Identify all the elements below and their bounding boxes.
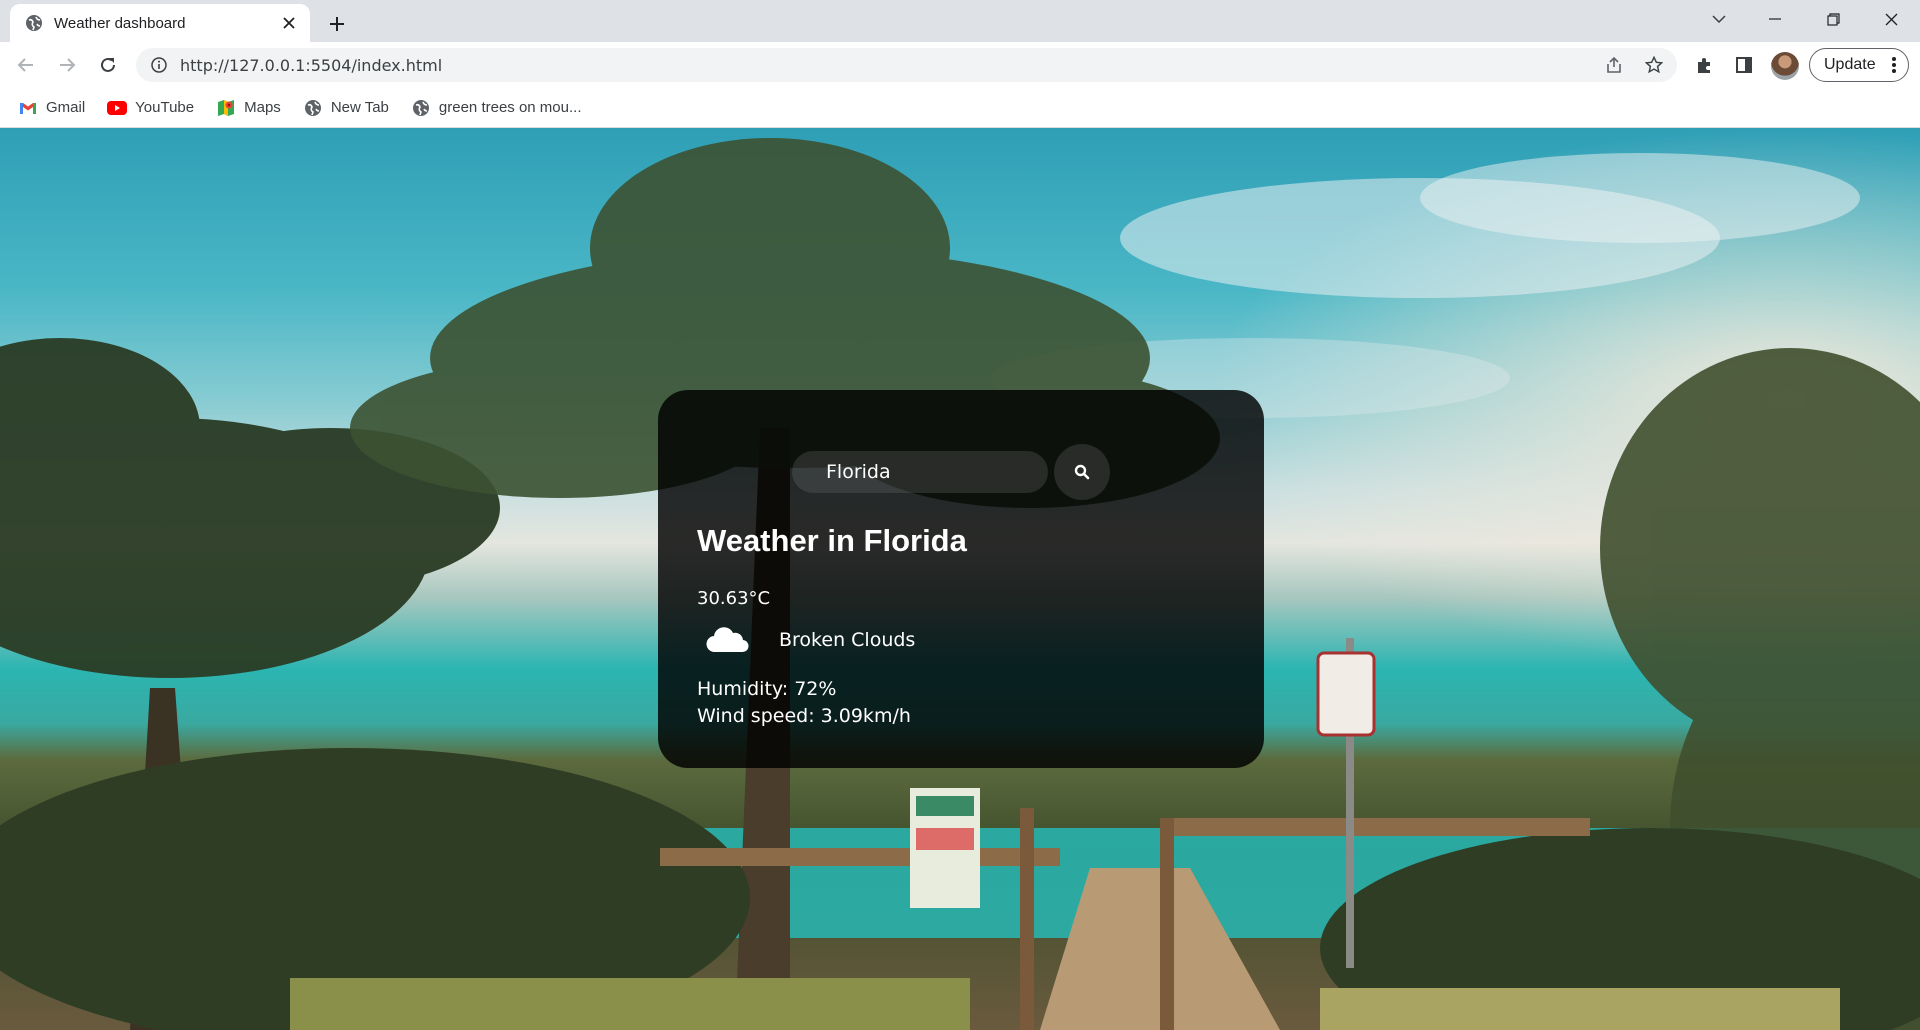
- browser-toolbar: http://127.0.0.1:5504/index.html Update: [0, 42, 1920, 88]
- bookmark-gmail[interactable]: Gmail: [16, 94, 93, 122]
- tab-search-chevron-icon[interactable]: [1696, 0, 1742, 38]
- bookmark-label: Maps: [244, 99, 281, 116]
- humidity: Humidity: 72%: [697, 678, 837, 700]
- bookmark-label: green trees on mou...: [438, 99, 582, 116]
- browser-tab[interactable]: Weather dashboard: [10, 4, 310, 42]
- back-button[interactable]: [10, 49, 42, 81]
- maps-icon: [216, 98, 236, 118]
- globe-icon: [303, 98, 323, 118]
- close-window-icon[interactable]: [1868, 0, 1914, 38]
- weather-card: Weather in Florida 30.63°C Broken Clouds…: [658, 390, 1264, 768]
- page-viewport: Weather in Florida 30.63°C Broken Clouds…: [0, 128, 1920, 1030]
- weather-condition: Broken Clouds: [705, 625, 915, 655]
- bookmark-label: YouTube: [135, 99, 195, 116]
- forward-button[interactable]: [51, 49, 83, 81]
- cloud-icon: [706, 627, 749, 653]
- youtube-icon: [107, 98, 128, 118]
- restore-icon[interactable]: [1810, 0, 1856, 38]
- bookmark-youtube[interactable]: YouTube: [105, 94, 202, 122]
- weather-description: Broken Clouds: [779, 629, 916, 651]
- extensions-puzzle-icon[interactable]: [1688, 49, 1720, 81]
- city-search-input[interactable]: [792, 451, 1048, 493]
- search-bar: [792, 444, 1110, 500]
- bookmark-label: New Tab: [330, 99, 389, 116]
- new-tab-button[interactable]: [322, 9, 352, 39]
- bookmark-maps[interactable]: Maps: [214, 94, 289, 122]
- search-button[interactable]: [1054, 444, 1110, 500]
- side-panel-icon[interactable]: [1728, 49, 1760, 81]
- bookmark-new-tab[interactable]: New Tab: [301, 94, 397, 122]
- reload-button[interactable]: [92, 49, 124, 81]
- address-bar[interactable]: http://127.0.0.1:5504/index.html: [136, 48, 1677, 82]
- bookmarks-bar: Gmail YouTube Maps New Tab green trees o…: [0, 88, 1920, 128]
- temperature: 30.63°C: [697, 588, 771, 609]
- bookmark-green-trees[interactable]: green trees on mou...: [409, 94, 590, 122]
- tab-strip: Weather dashboard: [0, 0, 1920, 42]
- search-icon: [1074, 464, 1090, 480]
- url-text[interactable]: http://127.0.0.1:5504/index.html: [180, 56, 442, 75]
- bookmark-label: Gmail: [46, 99, 86, 116]
- gmail-icon: [18, 98, 38, 118]
- close-tab-icon[interactable]: [278, 12, 300, 34]
- tab-title: Weather dashboard: [54, 14, 186, 32]
- bookmark-star-icon[interactable]: [1638, 49, 1670, 81]
- globe-icon: [411, 98, 431, 118]
- update-button[interactable]: Update: [1809, 48, 1909, 82]
- update-label: Update: [1824, 56, 1876, 73]
- site-info-icon[interactable]: [150, 56, 168, 74]
- globe-icon: [24, 13, 44, 33]
- city-heading: Weather in Florida: [697, 523, 967, 558]
- share-icon[interactable]: [1598, 49, 1630, 81]
- more-vertical-icon: [1892, 57, 1896, 73]
- wind-speed: Wind speed: 3.09km/h: [697, 705, 911, 727]
- profile-avatar[interactable]: [1771, 52, 1799, 80]
- minimize-icon[interactable]: [1752, 0, 1798, 38]
